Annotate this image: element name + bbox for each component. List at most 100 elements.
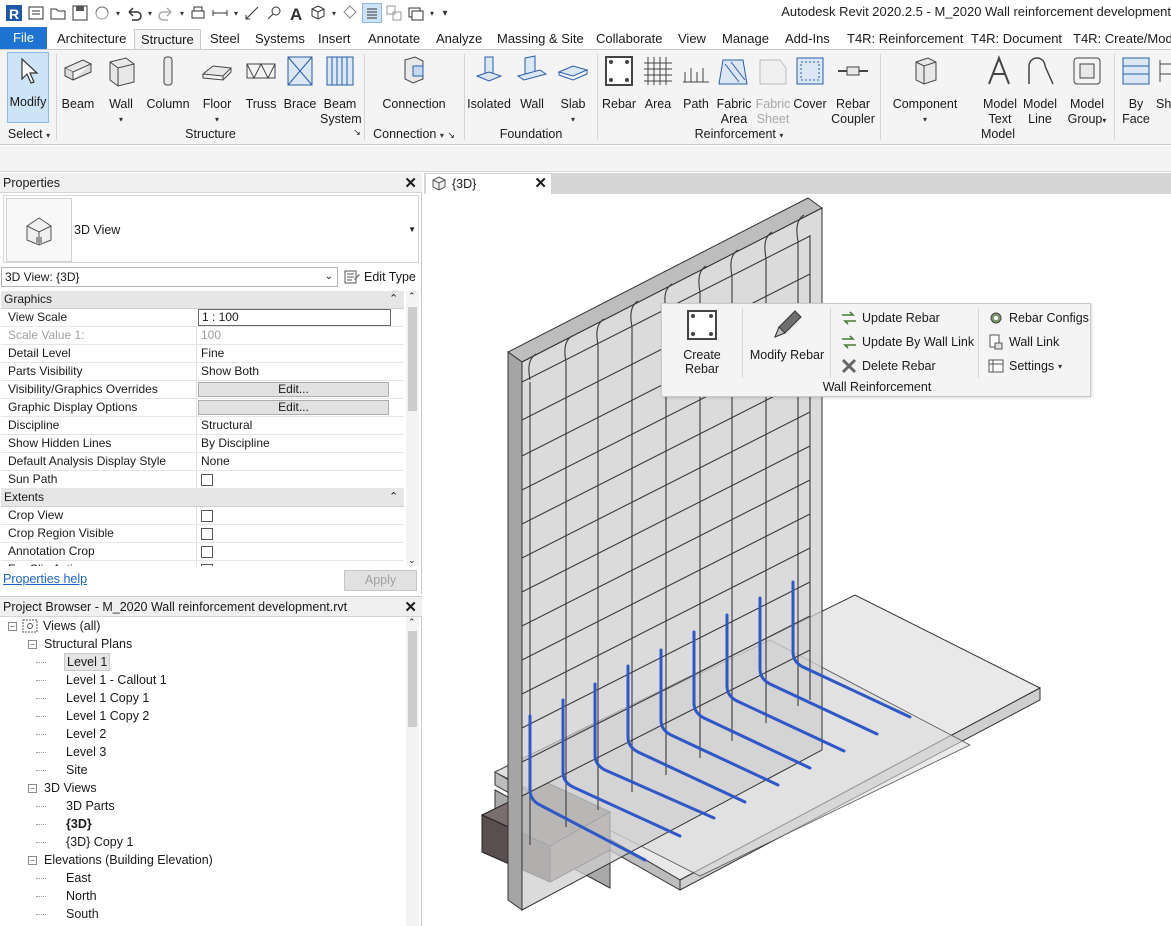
scroll-thumb[interactable] [408, 307, 417, 411]
tab-analyze[interactable]: Analyze [434, 29, 484, 49]
tab-steel[interactable]: Steel [208, 29, 242, 49]
property-checkbox[interactable] [201, 528, 213, 540]
browser-tree-item[interactable]: Level 1 - Callout 1 [0, 671, 405, 689]
model-group-button[interactable]: Model Group▾ [1064, 53, 1110, 128]
section-icon[interactable] [340, 3, 360, 23]
browser-tree-item[interactable]: East [0, 869, 405, 887]
tab-file[interactable]: File [0, 27, 47, 49]
print-icon[interactable] [188, 3, 208, 23]
browser-tree-item[interactable]: − Structural Plans [0, 635, 405, 653]
wall-button[interactable]: Wall ▾ [101, 53, 141, 127]
chevron-down-icon[interactable]: ▼ [408, 225, 416, 234]
property-checkbox[interactable] [201, 474, 213, 486]
connection-group-label[interactable]: Connection ▾ ↘ [368, 127, 460, 141]
scroll-up-icon[interactable]: ⌃ [408, 617, 416, 628]
modify-button[interactable]: Modify [7, 52, 49, 123]
close-icon[interactable]: ✕ [534, 174, 547, 194]
tag-icon[interactable] [264, 3, 284, 23]
app-menu-icon[interactable]: R [4, 3, 24, 23]
fabric-sheet-button[interactable]: Fabric Sheet [754, 53, 792, 127]
tab-t4r-reinforcement[interactable]: T4R: Reinforcement [845, 29, 965, 49]
select-group-label[interactable]: Select ▾ [6, 127, 52, 141]
browser-tree-item[interactable]: − Elevations (Building Elevation) [0, 851, 405, 869]
wall-dropdown-icon[interactable]: ▾ [101, 112, 141, 127]
truss-button[interactable]: Truss [241, 53, 281, 112]
browser-tree-item[interactable]: −3D Views [0, 779, 405, 797]
rebar-coupler-button[interactable]: Rebar Coupler [830, 53, 876, 127]
update-by-wall-link-button[interactable]: Update By Wall Link [840, 333, 974, 351]
tab-t4r-create-modify[interactable]: T4R: Create/Modif [1071, 29, 1171, 49]
measure-dropdown-icon[interactable]: ▾ [232, 3, 240, 23]
model-text-button[interactable]: Model Text [980, 53, 1020, 127]
browser-tree-item[interactable]: {3D} Copy 1 [0, 833, 405, 851]
property-section[interactable]: Graphics ⌃ [1, 291, 404, 309]
by-face-button[interactable]: By Face [1116, 53, 1156, 127]
property-checkbox[interactable] [201, 510, 213, 522]
properties-help-link[interactable]: Properties help [3, 572, 87, 586]
save-icon[interactable] [70, 3, 90, 23]
delete-rebar-button[interactable]: Delete Rebar [840, 357, 936, 375]
scroll-up-icon[interactable]: ⌃ [408, 291, 416, 302]
collapse-toggle-icon[interactable]: − [28, 784, 37, 793]
browser-tree-item[interactable]: 3D Parts [0, 797, 405, 815]
isolated-foundation-button[interactable]: Isolated [467, 53, 511, 112]
collapse-toggle-icon[interactable]: − [28, 640, 37, 649]
area-reinforcement-button[interactable]: Area [640, 53, 676, 112]
reinforcement-group-label[interactable]: Reinforcement ▾ [600, 127, 878, 141]
collapse-toggle-icon[interactable]: − [8, 622, 17, 631]
property-value[interactable]: Fine [196, 345, 390, 362]
tab-collaborate[interactable]: Collaborate [594, 29, 665, 49]
apply-button[interactable]: Apply [344, 570, 417, 591]
edit-button[interactable]: Edit... [198, 400, 389, 415]
settings-dropdown-icon[interactable]: ▾ [1058, 362, 1062, 371]
browser-scrollbar[interactable]: ⌃ [406, 617, 419, 926]
close-hidden-icon[interactable] [384, 3, 404, 23]
connection-button[interactable]: Connection [378, 53, 450, 112]
property-value[interactable]: Structural [196, 417, 390, 434]
home-icon[interactable] [26, 3, 46, 23]
3d-view-icon[interactable] [308, 3, 328, 23]
component-button[interactable]: Component ▾ [890, 53, 960, 127]
sh-button[interactable]: Sh [1156, 53, 1171, 112]
customize-icon[interactable]: ▾ [438, 3, 452, 23]
sync-icon[interactable] [92, 3, 112, 23]
view-tab-3d[interactable]: {3D} ✕ [426, 174, 551, 194]
create-rebar-button[interactable]: Create Rebar [666, 308, 738, 376]
3d-view-dropdown-icon[interactable]: ▾ [330, 3, 338, 23]
column-button[interactable]: Column [144, 53, 192, 112]
tab-manage[interactable]: Manage [720, 29, 771, 49]
browser-tree-item[interactable]: South [0, 905, 405, 923]
dimension-icon[interactable] [242, 3, 262, 23]
slab-foundation-button[interactable]: Slab ▾ [553, 53, 593, 127]
close-icon[interactable]: ✕ [404, 598, 417, 616]
edit-button[interactable]: Edit... [198, 382, 389, 397]
property-value[interactable]: None [196, 453, 390, 470]
undo-dropdown-icon[interactable]: ▾ [146, 3, 154, 23]
browser-tree-item[interactable]: Site [0, 761, 405, 779]
floor-dropdown-icon[interactable]: ▾ [197, 112, 237, 127]
browser-tree-item[interactable]: {3D} [0, 815, 405, 833]
tab-insert[interactable]: Insert [316, 29, 353, 49]
browser-tree-item[interactable]: Level 1 [0, 653, 405, 671]
settings-button[interactable]: Settings ▾ [987, 357, 1062, 375]
sync-dropdown-icon[interactable]: ▾ [114, 3, 122, 23]
rebar-configs-button[interactable]: Rebar Configs [987, 309, 1089, 327]
property-value[interactable]: Show Both [196, 363, 390, 380]
close-icon[interactable]: ✕ [404, 174, 417, 192]
tab-systems[interactable]: Systems [253, 29, 307, 49]
undo-icon[interactable] [124, 3, 144, 23]
collapse-icon[interactable]: ⌃ [389, 291, 398, 308]
view-scale-input[interactable]: 1 : 100 [198, 309, 391, 326]
beam-button[interactable]: Beam [58, 53, 98, 112]
wall-link-button[interactable]: Wall Link [987, 333, 1059, 351]
rebar-button[interactable]: Rebar [600, 53, 638, 112]
fabric-area-button[interactable]: Fabric Area [714, 53, 754, 127]
tab-t4r-document[interactable]: T4R: Document [969, 29, 1064, 49]
path-reinforcement-button[interactable]: Path [678, 53, 714, 112]
text-icon[interactable]: A [286, 3, 306, 23]
tab-add-ins[interactable]: Add-Ins [783, 29, 832, 49]
component-dropdown-icon[interactable]: ▾ [890, 112, 960, 127]
collapse-icon[interactable]: ⌃ [389, 489, 398, 506]
modify-rebar-button[interactable]: Modify Rebar [746, 308, 828, 362]
switch-windows-dropdown-icon[interactable]: ▾ [428, 3, 436, 23]
